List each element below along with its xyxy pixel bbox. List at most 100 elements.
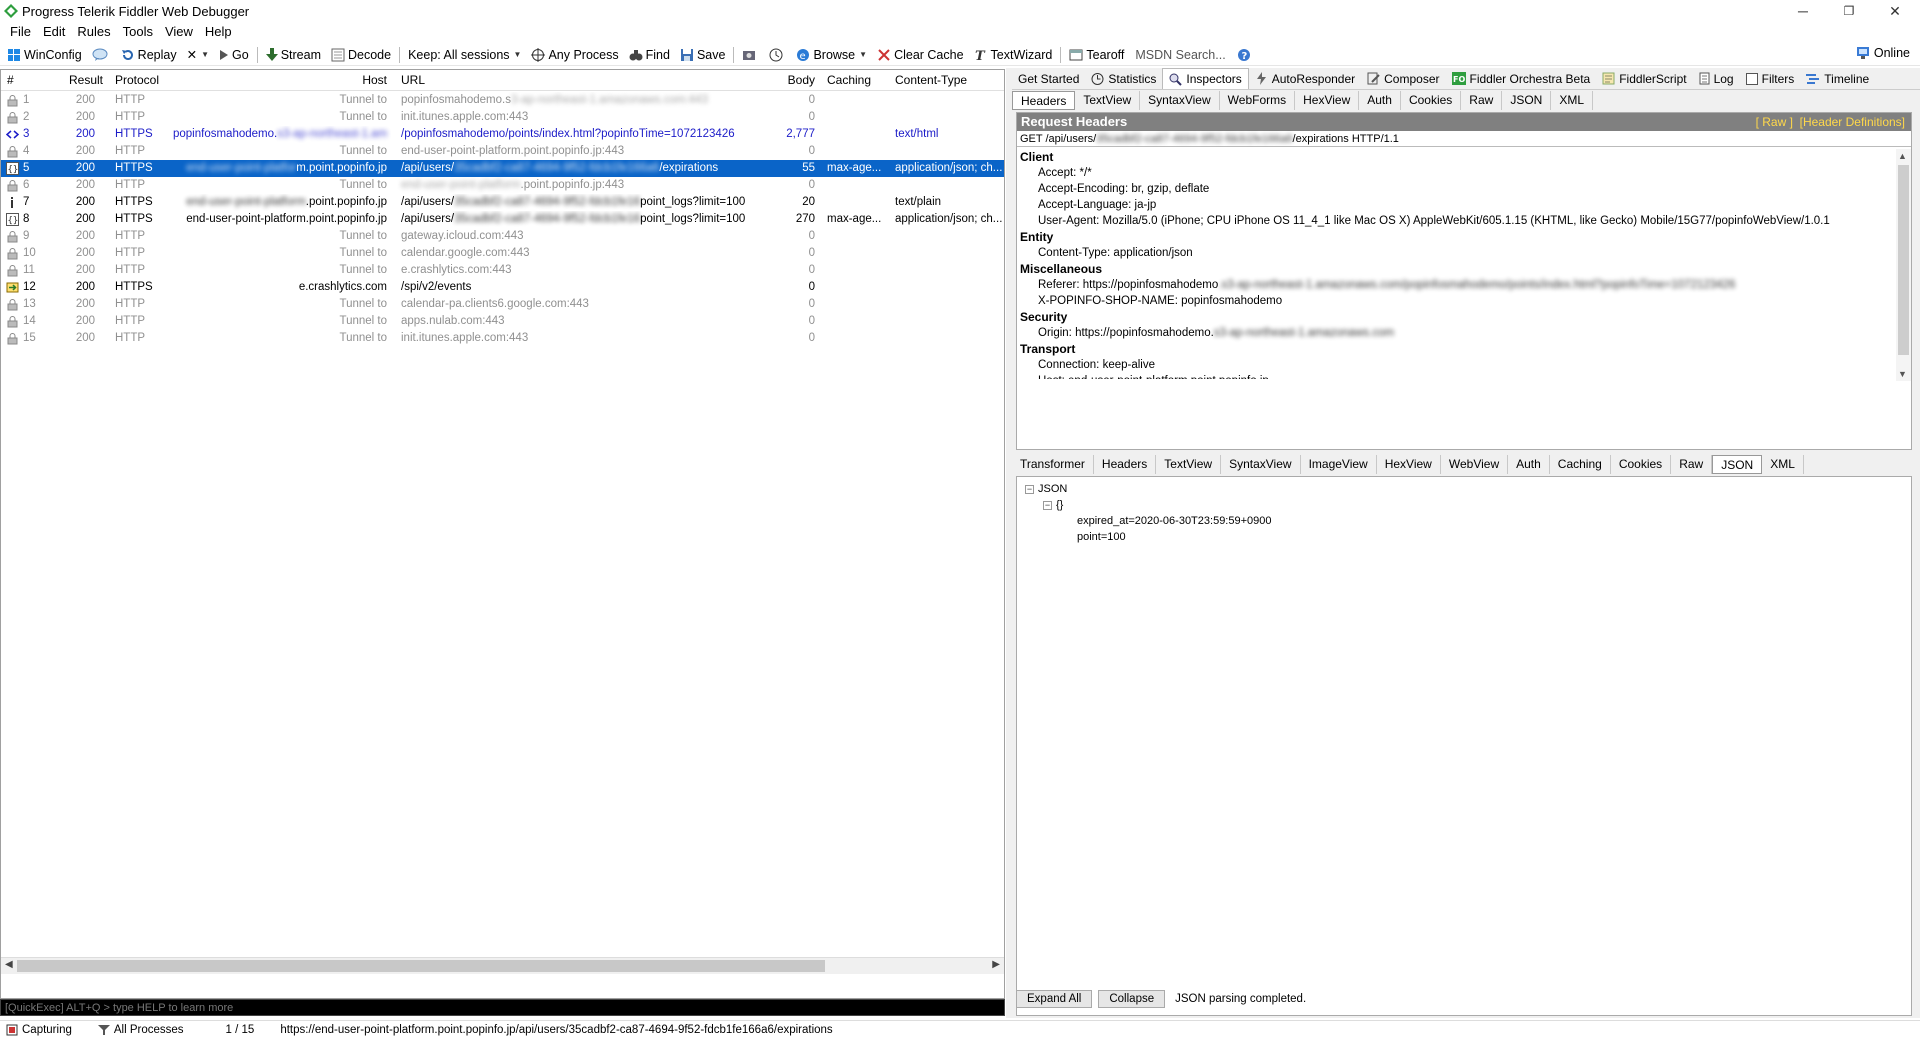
json-root-node[interactable]: − JSON: [1025, 481, 1272, 497]
session-row[interactable]: 13 200 HTTP Tunnel to calendar-pa.clients6.g…: [1, 296, 1004, 313]
req-tab-cookies[interactable]: Cookies: [1401, 91, 1462, 110]
header-item[interactable]: Connection: keep-alive: [1020, 357, 1897, 373]
menu-file[interactable]: File: [4, 22, 37, 42]
scrollbar-thumb[interactable]: [17, 960, 825, 972]
decode-button[interactable]: Decode: [326, 45, 396, 65]
col-header-result[interactable]: Result: [65, 70, 109, 91]
resp-tab-syntaxview[interactable]: SyntaxView: [1221, 455, 1301, 474]
session-row[interactable]: 1 200 HTTP Tunnel to popinfosmahodemo.s3-ap-…: [1, 92, 1004, 109]
header-item[interactable]: User-Agent: Mozilla/5.0 (iPhone; CPU iPh…: [1020, 213, 1897, 229]
resp-tab-headers[interactable]: Headers: [1094, 455, 1157, 474]
col-header-host[interactable]: Host: [169, 70, 391, 91]
screenshot-button[interactable]: [737, 45, 764, 65]
tab-statistics[interactable]: Statistics: [1085, 68, 1162, 89]
header-item[interactable]: Content-Type: application/json: [1020, 245, 1897, 261]
replay-button[interactable]: Replay: [116, 45, 182, 65]
tab-fiddlerscript[interactable]: FiddlerScript: [1596, 68, 1692, 89]
menu-help[interactable]: Help: [199, 22, 238, 42]
tearoff-button[interactable]: Tearoff: [1064, 45, 1129, 65]
vertical-scrollbar[interactable]: ▲ ▼: [1896, 149, 1911, 381]
checkbox-icon[interactable]: [1745, 72, 1758, 85]
resp-tab-textview[interactable]: TextView: [1156, 455, 1222, 474]
session-row[interactable]: 15 200 HTTP Tunnel to init.itunes.apple.com:…: [1, 330, 1004, 347]
collapse-toggle-icon[interactable]: −: [1025, 484, 1034, 494]
maximize-button[interactable]: ❐: [1826, 0, 1872, 22]
clear-cache-button[interactable]: Clear Cache: [872, 45, 968, 65]
resp-tab-caching[interactable]: Caching: [1550, 455, 1611, 474]
col-header-protocol[interactable]: Protocol: [111, 70, 169, 91]
session-row[interactable]: 4 200 HTTP Tunnel to end-user-point-platform…: [1, 143, 1004, 160]
resp-tab-transformer[interactable]: Transformer: [1012, 455, 1094, 474]
session-row[interactable]: 12 200 HTTPS e.crashlytics.com/spi/v2/event…: [1, 279, 1004, 296]
tab-fiddler-orchestra[interactable]: FO Fiddler Orchestra Beta: [1446, 68, 1597, 89]
req-tab-syntaxview[interactable]: SyntaxView: [1140, 91, 1220, 110]
help-button[interactable]: ?: [1232, 45, 1259, 65]
req-tab-json[interactable]: JSON: [1502, 91, 1552, 110]
header-group[interactable]: Entity: [1020, 229, 1897, 245]
json-field-node[interactable]: point=100: [1025, 529, 1272, 545]
session-row[interactable]: 10 200 HTTP Tunnel to calendar.google.com:44…: [1, 245, 1004, 262]
header-item[interactable]: Host: end-user-point-platform.point.popi…: [1020, 373, 1897, 379]
resp-tab-hexview[interactable]: HexView: [1377, 455, 1441, 474]
find-button[interactable]: Find: [624, 45, 675, 65]
session-row[interactable]: 11 200 HTTP Tunnel to e.crashlytics.com:443 0: [1, 262, 1004, 279]
header-item[interactable]: Referer: https://popinfosmahodemo.s3-ap-…: [1020, 277, 1897, 293]
any-process-button[interactable]: Any Process: [526, 45, 623, 65]
col-header-caching[interactable]: Caching: [823, 70, 889, 91]
menu-rules[interactable]: Rules: [71, 22, 116, 42]
header-group[interactable]: Security: [1020, 309, 1897, 325]
close-button[interactable]: ✕: [1872, 0, 1918, 22]
menu-view[interactable]: View: [159, 22, 199, 42]
tab-timeline[interactable]: Timeline: [1800, 68, 1875, 89]
resp-tab-raw[interactable]: Raw: [1671, 455, 1713, 474]
tab-get-started[interactable]: Get Started: [1012, 68, 1085, 89]
req-tab-webforms[interactable]: WebForms: [1220, 91, 1296, 110]
scrollbar-thumb[interactable]: [1898, 165, 1909, 355]
comment-button[interactable]: [87, 45, 116, 65]
browse-button[interactable]: e Browse ▼: [791, 45, 872, 65]
req-tab-raw[interactable]: Raw: [1461, 91, 1503, 110]
menu-edit[interactable]: Edit: [37, 22, 71, 42]
go-button[interactable]: Go: [214, 45, 254, 65]
json-field-node[interactable]: expired_at=2020-06-30T23:59:59+0900: [1025, 513, 1272, 529]
resp-tab-json[interactable]: JSON: [1712, 455, 1763, 474]
req-tab-headers[interactable]: Headers: [1012, 91, 1076, 110]
remove-button[interactable]: ✕ ▼: [182, 45, 214, 65]
session-row[interactable]: 9 200 HTTP Tunnel to gateway.icloud.com:443 0: [1, 228, 1004, 245]
collapse-toggle-icon[interactable]: −: [1043, 500, 1052, 510]
req-tab-xml[interactable]: XML: [1551, 91, 1594, 110]
process-filter[interactable]: All Processes: [92, 1024, 190, 1036]
scroll-right-icon[interactable]: ▶: [992, 959, 1000, 970]
tab-inspectors[interactable]: Inspectors: [1162, 68, 1249, 89]
winconfig-button[interactable]: WinConfig: [2, 45, 87, 65]
header-group[interactable]: Client: [1020, 149, 1897, 165]
quickexec-input[interactable]: [QuickExec] ALT+Q > type HELP to learn m…: [0, 999, 1005, 1016]
resp-tab-imageview[interactable]: ImageView: [1301, 455, 1377, 474]
col-header-content-type[interactable]: Content-Type: [891, 70, 1003, 91]
timer-button[interactable]: [764, 45, 791, 65]
header-item[interactable]: Origin: https://popinfosmahodemo.s3-ap-n…: [1020, 325, 1897, 341]
header-item[interactable]: X-POPINFO-SHOP-NAME: popinfosmahodemo: [1020, 293, 1897, 309]
header-item[interactable]: Accept: */*: [1020, 165, 1897, 181]
header-group[interactable]: Transport: [1020, 341, 1897, 357]
collapse-button[interactable]: Collapse: [1098, 990, 1166, 1008]
textwizard-button[interactable]: T TextWizard: [969, 45, 1058, 65]
horizontal-scrollbar[interactable]: ◀ ▶: [1, 957, 1004, 974]
col-header-num[interactable]: #: [3, 70, 63, 91]
scroll-down-icon[interactable]: ▼: [1898, 369, 1907, 379]
scroll-left-icon[interactable]: ◀: [5, 959, 13, 970]
resp-tab-xml[interactable]: XML: [1762, 455, 1804, 474]
session-row[interactable]: 2 200 HTTP Tunnel to init.itunes.apple.com:4…: [1, 109, 1004, 126]
tab-filters[interactable]: Filters: [1740, 68, 1801, 89]
header-item[interactable]: Accept-Encoding: br, gzip, deflate: [1020, 181, 1897, 197]
col-header-url[interactable]: URL: [397, 70, 769, 91]
header-item[interactable]: Accept-Language: ja-jp: [1020, 197, 1897, 213]
tab-composer[interactable]: Composer: [1361, 68, 1445, 89]
header-group[interactable]: Miscellaneous: [1020, 261, 1897, 277]
save-button[interactable]: Save: [675, 45, 731, 65]
expand-all-button[interactable]: Expand All: [1016, 990, 1093, 1008]
scroll-up-icon[interactable]: ▲: [1898, 151, 1907, 161]
col-header-body[interactable]: Body: [771, 70, 819, 91]
session-row[interactable]: 7 200 HTTPS end-user-point-platform.point.p…: [1, 194, 1004, 211]
sessions-list[interactable]: # Result Protocol Host URL Body Caching …: [0, 69, 1005, 999]
